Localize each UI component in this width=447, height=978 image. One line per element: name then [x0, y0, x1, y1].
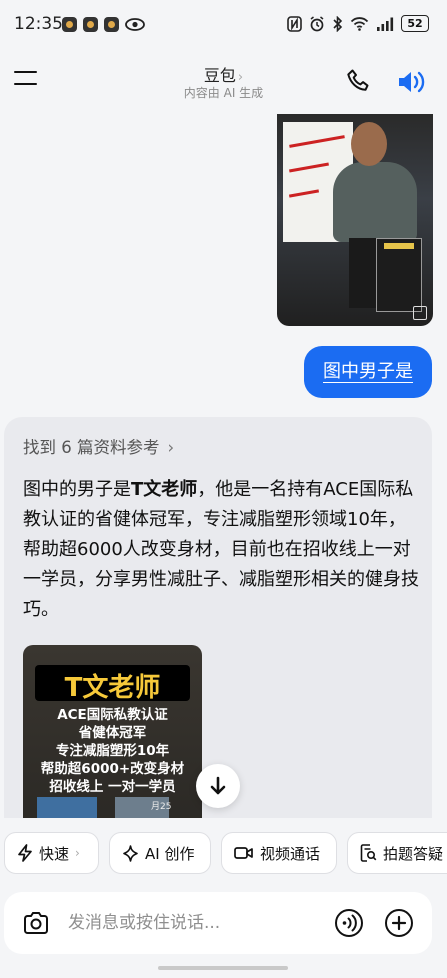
notification-app-icon: [62, 17, 77, 32]
bot-name-label: 豆包: [203, 66, 236, 85]
poster-line: ACE国际私教认证: [57, 707, 168, 723]
reply-text-body: ，他是一名持有ACE国际私教认证的省健体冠军，专注减脂塑形领域10年，帮助超60…: [23, 479, 419, 620]
chat-messages[interactable]: 图中男子是 找到 6 篇资料参考 › 图中的男子是T文老师，他是一名持有ACE国际…: [0, 114, 447, 818]
poster-line: 帮助超6000+改变身材: [40, 761, 185, 777]
user-message-bubble[interactable]: 图中男子是: [304, 346, 432, 398]
home-indicator: [158, 966, 288, 970]
message-composer: [4, 892, 432, 954]
bot-name[interactable]: 豆包 ›: [0, 62, 447, 86]
voice-input-button[interactable]: [334, 908, 364, 938]
poster-line: 省健体冠军: [78, 725, 147, 741]
status-time: 12:35: [14, 14, 63, 34]
chevron-right-icon: ›: [237, 70, 244, 85]
reply-text: 图中的男子是T文老师，他是一名持有ACE国际私教认证的省健体冠军，专注减脂塑形领…: [23, 475, 423, 625]
reply-person-name: T文老师: [131, 479, 198, 500]
video-icon: [234, 847, 253, 859]
reference-image[interactable]: T文老师 ACE国际私教认证 省健体冠军 专注减脂塑形10年 帮助超6000+改…: [23, 645, 202, 818]
scroll-to-bottom-button[interactable]: [196, 764, 240, 808]
chip-label: 快速: [39, 844, 70, 863]
camera-button[interactable]: [22, 909, 50, 937]
sparkle-icon: [123, 844, 138, 862]
chip-photo-question[interactable]: 拍题答疑: [347, 832, 447, 874]
chevron-right-icon: ›: [167, 438, 175, 457]
poster-title: T文老师: [64, 673, 161, 703]
poster-line: 招收线上 一对一学员: [49, 779, 176, 795]
signal-icon: [377, 17, 394, 31]
plus-icon: [385, 909, 413, 937]
chip-label: 拍题答疑: [383, 844, 444, 863]
chat-header: 豆包 › 内容由 AI 生成: [0, 50, 447, 114]
references-label: 找到 6 篇资料参考: [23, 438, 160, 457]
alarm-icon: [310, 15, 324, 31]
status-system-icons: 52: [287, 15, 429, 32]
reply-text-lead: 图中的男子是: [23, 479, 131, 500]
speaker-icon: [399, 71, 425, 93]
notification-app-icon: [83, 17, 98, 32]
chip-video-call[interactable]: 视频通话: [221, 832, 337, 874]
message-input[interactable]: [68, 910, 308, 936]
poster-line: 专注减脂塑形10年: [55, 743, 170, 759]
wifi-icon: [350, 17, 369, 31]
chevron-right-icon: ›: [75, 846, 80, 860]
battery-indicator: 52: [401, 15, 429, 32]
status-bar: 12:35 52: [0, 0, 447, 50]
nfc-icon: [287, 15, 302, 32]
notification-app-icon: [104, 17, 119, 32]
eye-icon: [125, 18, 145, 31]
references-link[interactable]: 找到 6 篇资料参考 ›: [23, 434, 174, 458]
chip-label: AI 创作: [145, 844, 195, 863]
inset-poster: [376, 238, 422, 312]
add-attachment-button[interactable]: [384, 908, 414, 938]
voice-call-button[interactable]: [346, 68, 372, 94]
status-notification-icons: [62, 17, 145, 32]
phone-icon: [347, 69, 369, 91]
ai-generated-notice: 内容由 AI 生成: [183, 86, 264, 100]
quick-action-chips: 快速 › AI 创作 视频通话 拍题答疑: [0, 832, 447, 878]
speaker-button[interactable]: [396, 68, 426, 96]
chip-ai-create[interactable]: AI 创作: [109, 832, 211, 874]
chip-quick-mode[interactable]: 快速 ›: [4, 832, 99, 874]
arrow-down-icon: [210, 776, 226, 795]
poster-date: 月25: [151, 802, 172, 812]
chip-label: 视频通话: [260, 844, 321, 863]
search-doc-icon: [360, 844, 377, 862]
bluetooth-icon: [333, 15, 343, 32]
camera-icon: [24, 912, 48, 934]
poster-photo: [37, 797, 97, 818]
lightning-icon: [18, 844, 32, 862]
assistant-reply: 找到 6 篇资料参考 › 图中的男子是T文老师，他是一名持有ACE国际私教认证的省…: [4, 417, 432, 818]
voice-wave-icon: [335, 909, 363, 937]
sent-image-message[interactable]: [277, 114, 433, 326]
image-expand-icon[interactable]: [413, 306, 427, 320]
